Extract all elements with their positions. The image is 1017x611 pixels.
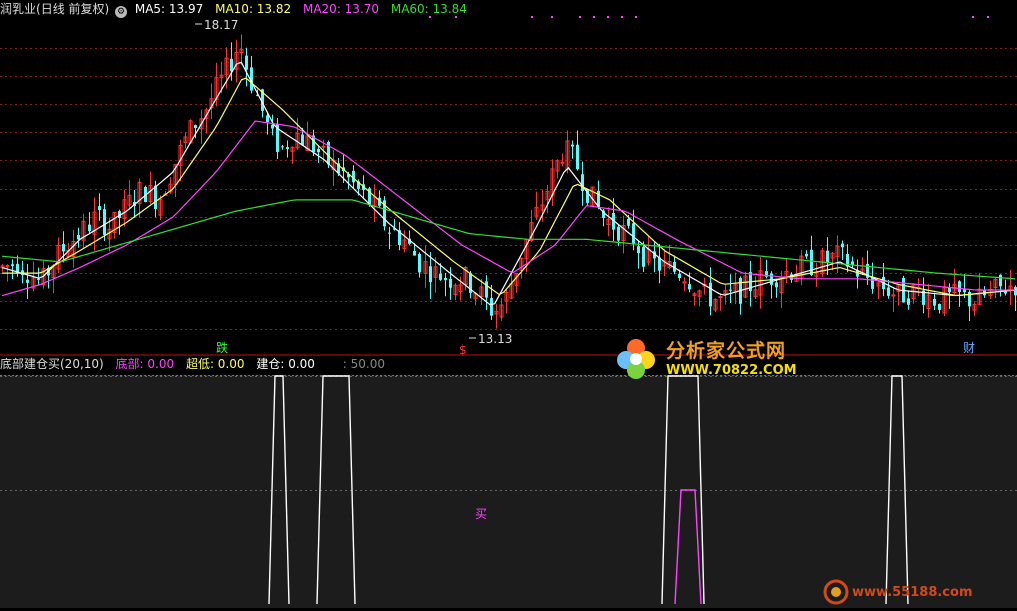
candle-body-down — [77, 235, 80, 240]
mai-signal: 买 — [475, 507, 487, 521]
ma10-label: MA10: 13.82 — [215, 2, 292, 16]
top-mark-5 — [593, 16, 595, 18]
top-mark-2 — [531, 16, 533, 18]
candle-body-down — [709, 282, 712, 307]
candle-body-down — [571, 144, 574, 147]
top-mark-8 — [635, 16, 637, 18]
level-value: : 50.00 — [342, 357, 385, 371]
candle-body-down — [317, 148, 320, 153]
main-header: 润乳业(日线 前复权) ⚙ MA5: 13.97 MA10: 13.82 MA2… — [0, 1, 467, 18]
indicator-name: 底部建仓买(20,10) — [0, 357, 104, 371]
candle-body-down — [841, 243, 844, 248]
candle-body-down — [266, 115, 269, 122]
top-mark-9 — [972, 16, 974, 18]
watermark-cn-name: 分析家公式网 — [666, 340, 787, 362]
candle-body-down — [439, 273, 442, 280]
top-mark-10 — [987, 16, 989, 18]
stock-chart-stage: 18.17 13.13 跌 $ 财 买 润乳业(日线 前复权) ⚙ MA5: 1… — [0, 0, 1017, 608]
high-annotation: 18.17 — [204, 18, 238, 32]
bottom-value: 底部: 0.00 — [115, 357, 175, 371]
ma60-label: MA60: 13.84 — [390, 2, 467, 16]
period-label: (日线 前复权) — [36, 2, 110, 16]
chart-canvas[interactable]: 18.17 13.13 跌 $ 财 买 — [0, 0, 1017, 608]
candle-body-down — [154, 185, 157, 209]
candle-body-down — [617, 226, 620, 241]
candle-body-down — [805, 253, 808, 257]
die-signal: 跌 — [216, 340, 228, 355]
ma20-label: MA20: 13.70 — [302, 2, 380, 16]
candle-body-down — [810, 249, 813, 275]
candle-body-down — [429, 266, 432, 283]
candle-body-up — [560, 161, 565, 164]
candle-body-down — [775, 282, 778, 288]
dollar-signal: $ — [459, 343, 467, 357]
low-annotation: 13.13 — [478, 332, 512, 346]
candle-body-down — [907, 298, 910, 305]
candle-body-down — [963, 289, 966, 293]
watermark-url-2: www.55188.com — [852, 585, 973, 600]
oversold-value: 超低: 0.00 — [185, 357, 245, 371]
candle-body-down — [729, 289, 732, 291]
candle-body-down — [688, 284, 691, 290]
candle-body-down — [678, 273, 681, 279]
top-mark-6 — [607, 16, 609, 18]
build-value: 建仓: 0.00 — [256, 357, 315, 371]
watermark-url: WWW.70822.COM — [666, 363, 797, 378]
top-mark-7 — [621, 16, 623, 18]
candle-body-down — [37, 278, 40, 280]
candle-body-down — [632, 223, 635, 245]
candle-body-down — [98, 206, 101, 210]
settings-gear-icon[interactable]: ⚙ — [115, 6, 128, 18]
candle-body-down — [88, 224, 91, 232]
candle-body-down — [826, 250, 829, 263]
top-mark-4 — [579, 16, 581, 18]
candle-body-down — [11, 264, 14, 267]
candle-body-down — [286, 147, 289, 149]
swirl-logo-icon — [823, 579, 849, 605]
candle-body-down — [581, 174, 584, 192]
candle-body-down — [948, 288, 951, 293]
candle-body-up — [718, 295, 723, 298]
candle-body-down — [281, 146, 284, 148]
ma5-label: MA5: 13.97 — [134, 2, 204, 16]
candle-body-down — [490, 298, 493, 316]
candle-body-down — [576, 144, 579, 170]
candle-body-down — [103, 209, 106, 235]
candle-body-down — [271, 124, 274, 129]
candle-body-down — [413, 250, 416, 256]
candle-body-down — [938, 304, 941, 310]
candle-body-down — [627, 218, 630, 226]
candle-body-down — [958, 281, 961, 292]
watermark-logo: 分析家公式网 WWW.70822.COM — [608, 330, 808, 386]
indicator-header: 底部建仓买(20,10) 底部: 0.00 超低: 0.00 建仓: 0.00 … — [0, 356, 385, 372]
candle-body-down — [230, 58, 233, 72]
candle-body-down — [245, 55, 248, 70]
candle-body-down — [62, 244, 65, 252]
candle-body-down — [418, 253, 421, 273]
pinwheel-logo-icon — [617, 339, 655, 379]
candle-body-down — [444, 278, 447, 281]
candle-body-down — [642, 246, 645, 267]
candle-body-down — [999, 274, 1002, 287]
candle-body-down — [887, 287, 890, 296]
candle-body-down — [301, 134, 304, 146]
candle-body-up — [321, 145, 326, 148]
candle-body-down — [194, 125, 197, 128]
candle-body-down — [449, 278, 452, 288]
candle-body-down — [26, 279, 29, 283]
candle-body-down — [1004, 291, 1007, 294]
candle-body-down — [388, 232, 391, 234]
candle-body-down — [637, 246, 640, 254]
candle-body-down — [933, 298, 936, 306]
candle-body-down — [658, 257, 661, 271]
stock-name: 润乳业 — [0, 2, 37, 16]
top-mark-3 — [551, 16, 553, 18]
cai-signal: 财 — [963, 341, 975, 355]
candle-body-down — [485, 281, 488, 298]
indicator-panel-bg — [0, 375, 1017, 608]
